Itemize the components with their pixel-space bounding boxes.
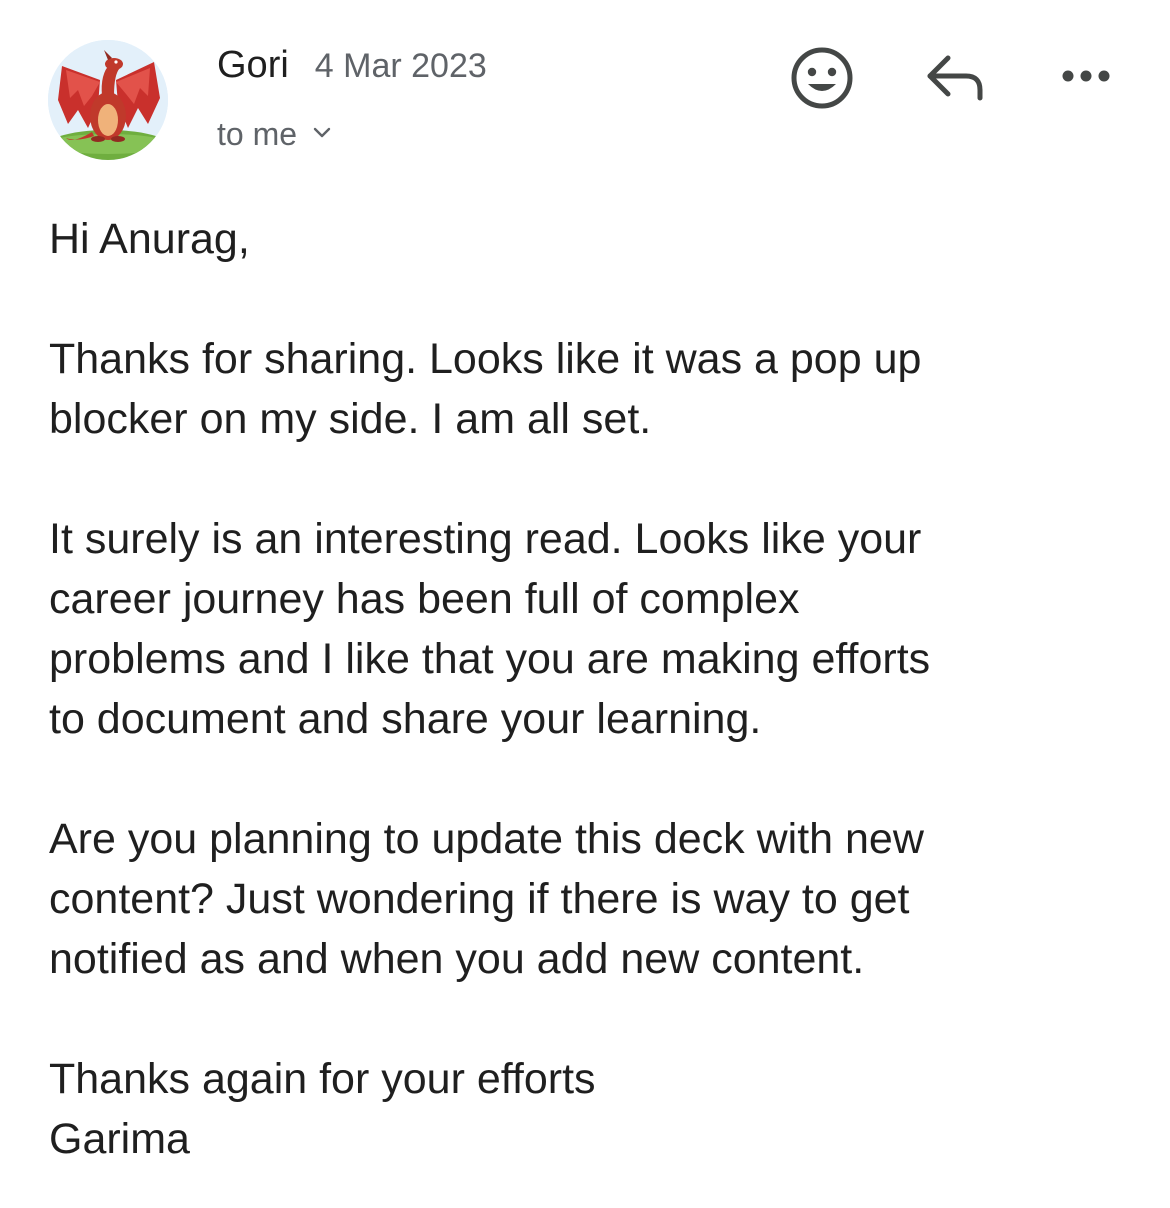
paragraph-line: career journey has been full of complex — [49, 575, 800, 623]
reply-arrow-icon — [927, 55, 983, 101]
paragraph-line: Are you planning to update this deck wit… — [49, 815, 924, 863]
paragraph-2: It surely is an interesting read. Looks … — [49, 509, 1139, 749]
chevron-down-icon — [313, 126, 331, 144]
paragraph-line: to document and share your learning. — [49, 695, 762, 743]
paragraph-line: It surely is an interesting read. Looks … — [49, 515, 922, 563]
paragraph-3: Are you planning to update this deck wit… — [49, 809, 1139, 989]
more-horizontal-icon — [1062, 70, 1110, 82]
paragraph-line: notified as and when you add new content… — [49, 935, 865, 983]
paragraph-line: blocker on my side. I am all set. — [49, 395, 652, 443]
sender-avatar[interactable] — [48, 40, 168, 160]
email-header: Gori 4 Mar 2023 to me — [0, 0, 1170, 180]
recipient-label: to me — [217, 116, 298, 152]
red-dragon-avatar-icon — [48, 40, 168, 160]
paragraph-line: Thanks for sharing. Looks like it was a … — [49, 335, 922, 383]
smiley-face-icon — [791, 47, 853, 109]
sender-line: Gori 4 Mar 2023 — [217, 44, 487, 90]
closing-line: Thanks again for your efforts — [49, 1055, 596, 1103]
email-body: Hi Anurag, Thanks for sharing. Looks lik… — [49, 209, 1139, 1169]
add-reaction-button[interactable] — [788, 44, 856, 112]
paragraph-1: Thanks for sharing. Looks like it was a … — [49, 329, 1139, 449]
email-date: 4 Mar 2023 — [314, 47, 487, 85]
sender-name[interactable]: Gori — [217, 44, 289, 87]
signature: Garima — [49, 1115, 190, 1163]
reply-button[interactable] — [922, 50, 988, 106]
recipient-details-toggle[interactable]: to me — [217, 116, 331, 153]
paragraph-line: content? Just wondering if there is way … — [49, 875, 910, 923]
more-options-button[interactable] — [1056, 58, 1116, 94]
paragraph-line: problems and I like that you are making … — [49, 635, 931, 683]
greeting: Hi Anurag, — [49, 215, 250, 263]
